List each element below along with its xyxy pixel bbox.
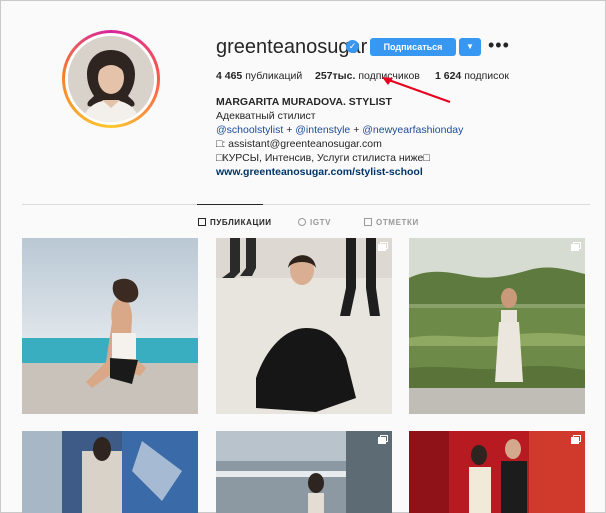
followers-count: 257тыс. (315, 70, 356, 82)
more-options-icon[interactable]: ••• (488, 36, 510, 54)
post-thumbnail[interactable] (409, 238, 585, 414)
follow-button[interactable]: Подписаться (370, 38, 456, 56)
tabs-divider (22, 204, 590, 205)
mention-schoolstylist[interactable]: @schoolstylist (216, 124, 283, 136)
bio-website-link[interactable]: www.greenteanosugar.com/stylist-school (216, 166, 423, 178)
active-tab-indicator (197, 204, 263, 205)
bio-mentions: @schoolstylist + @intenstyle + @newyearf… (216, 124, 463, 136)
following-label: подписок (464, 70, 509, 82)
post-thumbnail[interactable] (22, 238, 198, 414)
username: greenteanosugar (216, 36, 368, 58)
bio-name: MARGARITA MURADOVA. STYLIST (216, 96, 392, 108)
bio-courses: □КУРСЫ, Интенсив, Услуги стилиста ниже□ (216, 152, 430, 164)
avatar[interactable] (62, 30, 160, 128)
post-thumbnail[interactable] (409, 431, 585, 513)
posts-label: публикаций (245, 70, 303, 82)
carousel-icon (571, 242, 581, 251)
post-thumbnail[interactable] (216, 431, 392, 513)
bio-email: □: assistant@greenteanosugar.com (216, 138, 382, 150)
tab-posts[interactable]: ПУБЛИКАЦИИ (198, 218, 272, 227)
carousel-icon (378, 242, 388, 251)
grid-icon (198, 218, 206, 226)
bio-description: Адекватный стилист (216, 110, 316, 122)
carousel-icon (378, 435, 388, 444)
mention-intenstyle[interactable]: @intenstyle (295, 124, 350, 136)
post-thumbnail[interactable] (22, 431, 198, 513)
mention-newyearfashionday[interactable]: @newyearfashionday (362, 124, 463, 136)
plus-separator: + (353, 124, 360, 136)
tab-tagged[interactable]: ОТМЕТКИ (364, 218, 419, 227)
verified-badge-icon: ✓ (346, 40, 359, 53)
post-thumbnail[interactable] (216, 238, 392, 414)
tab-igtv[interactable]: IGTV (298, 218, 331, 227)
posts-stat: 4 465 публикаций (216, 70, 302, 82)
posts-count: 4 465 (216, 70, 243, 82)
chevron-down-icon[interactable]: ▼ (459, 38, 481, 56)
carousel-icon (571, 435, 581, 444)
plus-separator: + (286, 124, 293, 136)
igtv-icon (298, 218, 306, 226)
profile-photo (68, 36, 154, 122)
tagged-icon (364, 218, 372, 226)
